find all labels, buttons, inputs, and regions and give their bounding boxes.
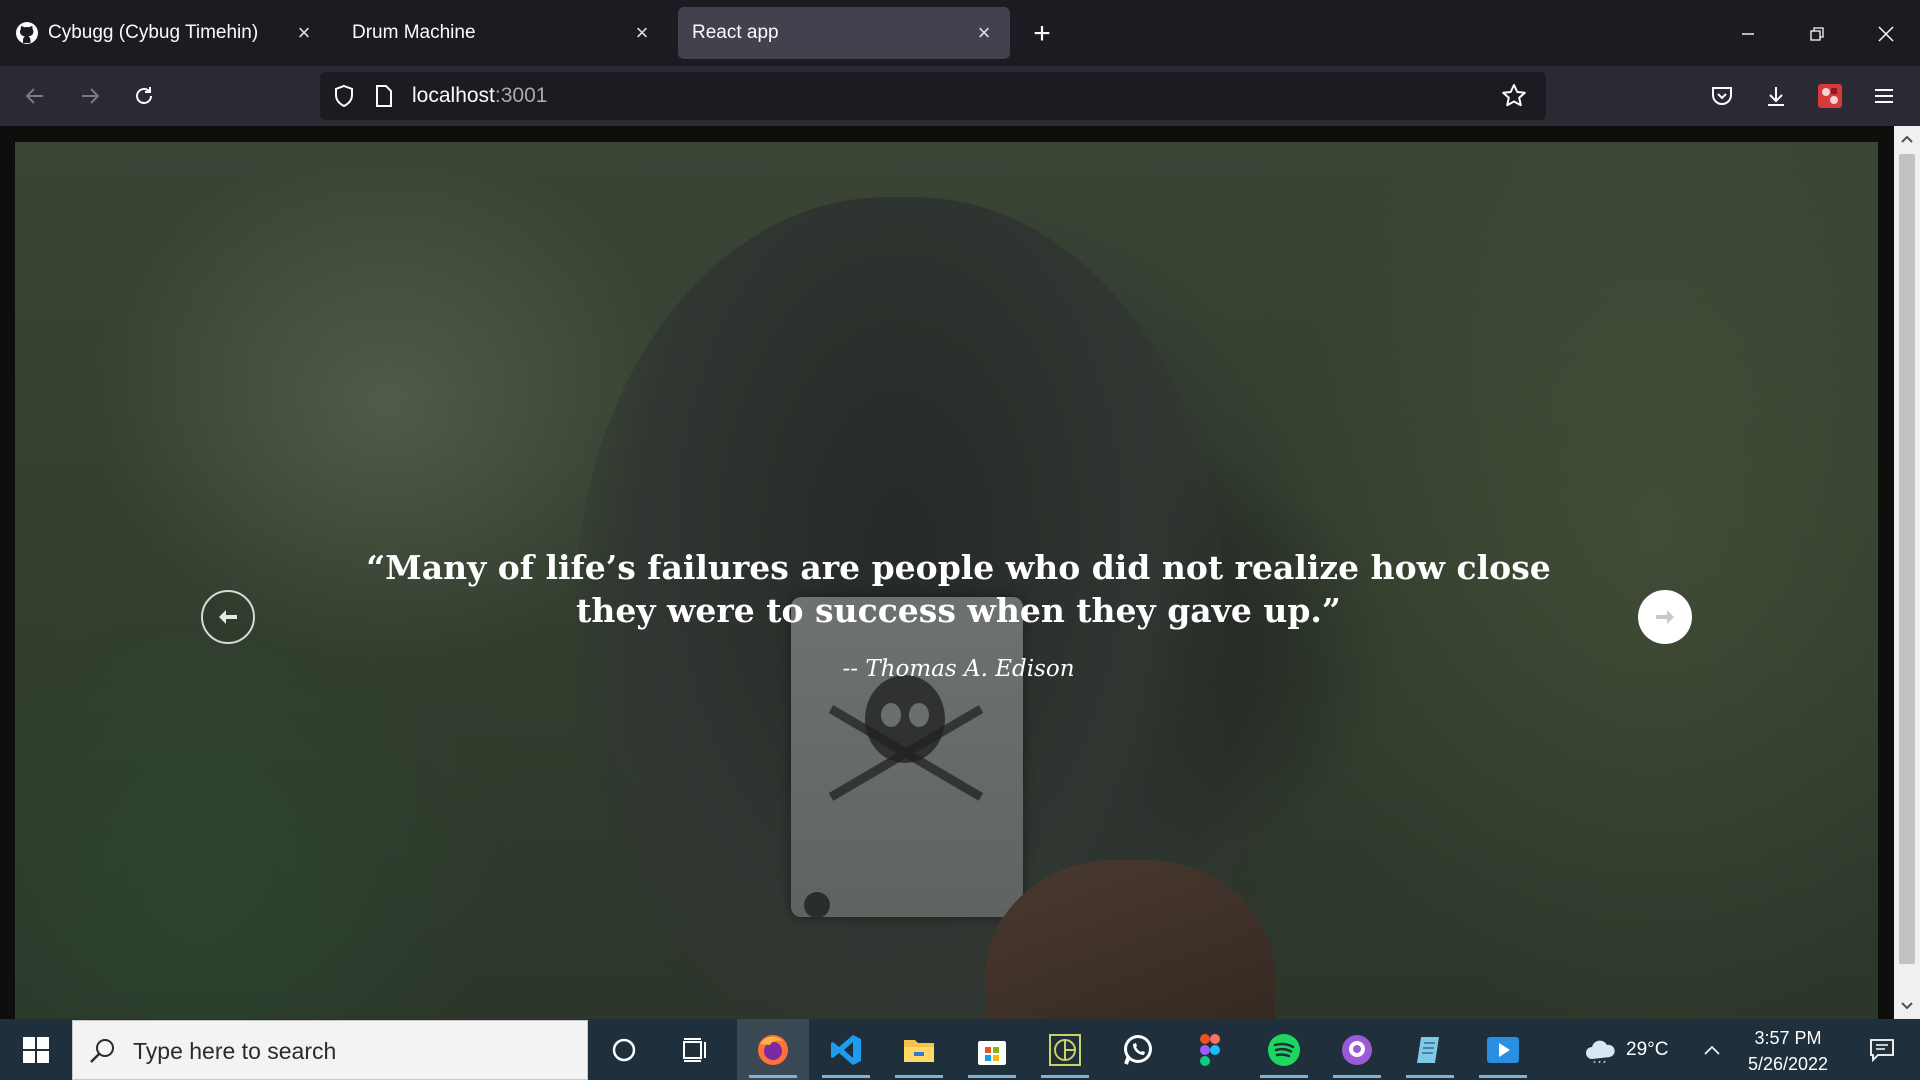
reload-icon <box>136 87 152 104</box>
github-icon <box>14 20 40 46</box>
taskbar-notepad[interactable] <box>1394 1019 1466 1080</box>
forward-button[interactable] <box>70 76 110 116</box>
cortana-button[interactable] <box>588 1019 660 1080</box>
tab-strip: Cybugg (Cybug Timehin) × Drum Machine × … <box>0 0 1920 66</box>
tab-github[interactable]: Cybugg (Cybug Timehin) × <box>0 7 330 59</box>
taskbar-spotify[interactable] <box>1248 1019 1320 1080</box>
restore-icon <box>1810 27 1824 41</box>
taskbar-github-desktop[interactable] <box>1321 1019 1393 1080</box>
search-placeholder: Type here to search <box>133 1038 337 1064</box>
taskbar-microsoft-store[interactable] <box>956 1019 1028 1080</box>
whatsapp-icon <box>1124 1034 1152 1065</box>
restore-button[interactable] <box>1797 14 1837 54</box>
new-tab-button[interactable]: + <box>1024 16 1060 52</box>
notepad-icon <box>1417 1036 1439 1063</box>
scroll-up-button[interactable] <box>1894 126 1920 152</box>
cortana-icon <box>612 1038 636 1061</box>
reload-button[interactable] <box>124 76 164 116</box>
chevron-up-icon <box>1901 135 1913 143</box>
scroll-down-button[interactable] <box>1894 993 1920 1019</box>
address-bar[interactable]: localhost:3001 <box>320 72 1546 120</box>
taskbar-firefox[interactable] <box>737 1019 809 1080</box>
page-viewport: “Many of life’s failures are people who … <box>0 126 1920 1019</box>
quote-text: “Many of life’s failures are people who … <box>366 548 1551 630</box>
chevron-down-icon <box>1901 1002 1913 1010</box>
file-explorer-icon <box>904 1039 934 1062</box>
arrow-left-icon <box>219 610 237 624</box>
taskbar-file-explorer[interactable] <box>883 1019 955 1080</box>
minimize-button[interactable] <box>1728 14 1768 54</box>
windows-taskbar: Type here to search 29°C 3:57 PM 5/26/20… <box>0 1019 1920 1080</box>
pocket-icon <box>1712 87 1732 105</box>
next-quote-button[interactable] <box>1638 590 1692 644</box>
tab-drum-machine[interactable]: Drum Machine × <box>338 7 668 59</box>
tab-label: React app <box>692 22 779 43</box>
taskbar-search-box[interactable]: Type here to search <box>72 1020 588 1080</box>
arrow-right-icon <box>1656 610 1674 624</box>
tab-react-app[interactable]: React app × <box>678 7 1010 59</box>
previous-quote-button[interactable] <box>201 590 255 644</box>
hamburger-menu-icon <box>1875 89 1893 103</box>
scrollbar-thumb[interactable] <box>1899 154 1915 964</box>
url-port: :3001 <box>494 84 548 107</box>
download-icon <box>1768 87 1784 106</box>
extension-button[interactable] <box>1810 76 1850 116</box>
back-arrow-icon <box>25 88 43 104</box>
minimize-icon <box>1742 33 1754 35</box>
url-text: localhost:3001 <box>412 84 547 108</box>
system-clock[interactable]: 3:57 PM 5/26/2022 <box>1726 1025 1850 1077</box>
notification-icon <box>1870 1038 1894 1062</box>
weather-temperature: 29°C <box>1626 1039 1669 1060</box>
pocket-button[interactable] <box>1702 76 1742 116</box>
url-host: localhost <box>412 84 495 107</box>
firefox-icon <box>758 1034 788 1065</box>
page-scrollbar[interactable] <box>1894 126 1920 1019</box>
window-close-button[interactable] <box>1866 14 1906 54</box>
page-icon[interactable] <box>370 82 398 110</box>
task-view-button[interactable] <box>660 1019 732 1080</box>
close-icon <box>1878 26 1894 42</box>
ide-icon <box>1049 1033 1081 1066</box>
search-icon <box>90 1039 114 1063</box>
forward-arrow-icon <box>82 88 100 104</box>
close-icon[interactable]: × <box>292 20 316 45</box>
quote-block: “Many of life’s failures are people who … <box>355 546 1562 682</box>
chevron-up-icon <box>1704 1045 1720 1055</box>
taskbar-media-player[interactable] <box>1467 1019 1539 1080</box>
tab-label: Cybugg (Cybug Timehin) <box>48 22 259 43</box>
quote-hero-background: “Many of life’s failures are people who … <box>15 142 1878 1019</box>
taskbar-figma[interactable] <box>1175 1019 1247 1080</box>
notification-center-button[interactable] <box>1852 1019 1912 1080</box>
vscode-icon <box>831 1034 861 1065</box>
close-icon[interactable]: × <box>972 20 996 45</box>
downloads-button[interactable] <box>1756 76 1796 116</box>
clock-time: 3:57 PM <box>1754 1028 1822 1048</box>
figma-icon <box>1200 1033 1220 1066</box>
taskbar-ide[interactable] <box>1029 1019 1101 1080</box>
shield-icon[interactable] <box>330 82 358 110</box>
taskbar-vscode[interactable] <box>810 1019 882 1080</box>
start-button[interactable] <box>0 1019 72 1080</box>
windows-logo-icon <box>23 1036 49 1063</box>
taskbar-whatsapp[interactable] <box>1102 1019 1174 1080</box>
close-icon[interactable]: × <box>630 20 654 45</box>
github-desktop-icon <box>1342 1034 1372 1065</box>
back-button[interactable] <box>15 76 55 116</box>
bookmark-star-icon[interactable] <box>1500 82 1528 110</box>
cloud-icon <box>1586 1040 1615 1063</box>
tab-label: Drum Machine <box>352 22 476 43</box>
microsoft-store-icon <box>978 1040 1006 1065</box>
spotify-icon <box>1268 1033 1300 1066</box>
clock-date: 5/26/2022 <box>1747 1054 1829 1074</box>
menu-button[interactable] <box>1864 76 1904 116</box>
task-view-icon <box>683 1037 706 1062</box>
extension-icon <box>1818 84 1842 108</box>
navigation-toolbar: localhost:3001 <box>0 66 1920 126</box>
media-player-icon <box>1487 1036 1519 1063</box>
quote-author: -- Thomas A. Edison <box>842 656 1075 682</box>
